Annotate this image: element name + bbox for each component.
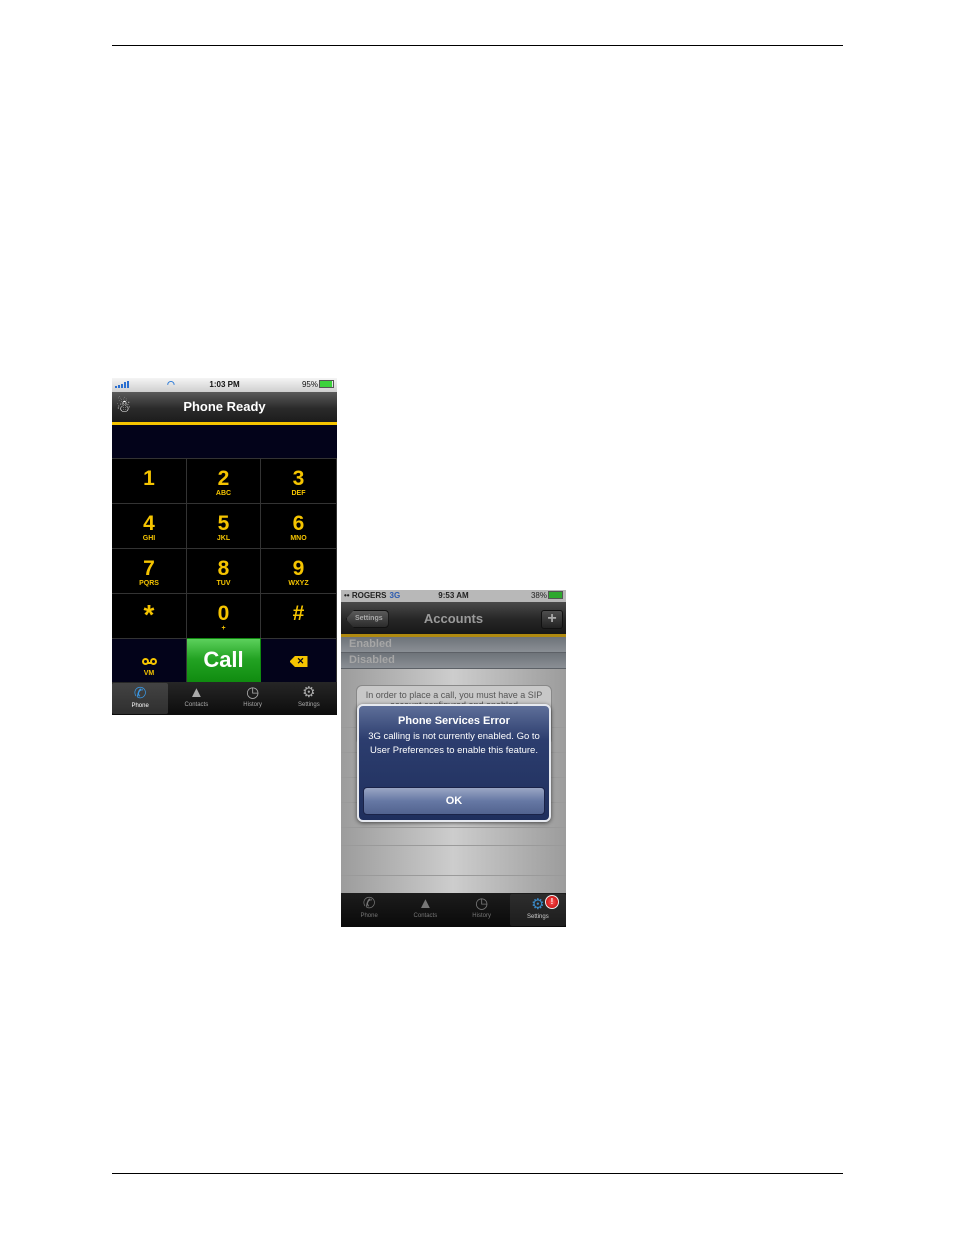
key-4[interactable]: 4 GHI	[112, 503, 187, 548]
clock-icon: ◷	[246, 684, 260, 701]
tab-bar: ✆ Phone ▲ Contacts ◷ History ⚙ Settings!	[341, 893, 566, 927]
tab-label: Phone	[131, 703, 149, 709]
battery-indicator: 95%	[302, 380, 334, 389]
key-letters: GHI	[142, 535, 156, 542]
battery-charging-icon	[548, 591, 563, 599]
ok-button[interactable]: OK	[363, 787, 545, 815]
tab-contacts[interactable]: ▲ Contacts	[397, 893, 453, 927]
voicemail-icon	[141, 652, 157, 670]
divider	[341, 827, 566, 828]
tab-settings[interactable]: ⚙ Settings	[281, 682, 337, 715]
error-alert: Phone Services Error 3G calling is not c…	[357, 704, 551, 822]
tab-bar: ✆ Phone ▲ Contacts ◷ History ⚙ Settings	[112, 682, 337, 715]
keypad: 1 2 ABC 3 DEF 4 GHI 5 JKL 6 MNO 7 PQRS 8 TUV 9 WXYZ * 0 + # …	[112, 458, 337, 683]
header-rule	[112, 45, 843, 46]
phone-icon: ✆	[133, 685, 147, 702]
key-digit: *	[143, 599, 155, 630]
clock-icon: ◷	[475, 895, 489, 912]
key-hash[interactable]: #	[261, 593, 337, 638]
tab-settings[interactable]: ⚙ Settings!	[509, 894, 566, 926]
key-letters: WXYZ	[288, 580, 309, 587]
divider	[341, 875, 566, 876]
key-7[interactable]: 7 PQRS	[112, 548, 187, 593]
call-button[interactable]: Call	[187, 638, 261, 683]
accounts-screenshot: •• ROGERS 3G 9:53 AM 38% Settings Account…	[341, 590, 566, 927]
key-digit: 8	[217, 557, 230, 580]
key-letters: ABC	[215, 490, 232, 497]
tab-phone[interactable]: ✆ Phone	[341, 893, 397, 927]
voicemail-label: VM	[143, 670, 155, 677]
key-digit: 1	[143, 467, 155, 490]
tab-contacts[interactable]: ▲ Contacts	[168, 682, 224, 715]
key-letters: PQRS	[139, 580, 159, 587]
battery-indicator: 38%	[531, 591, 563, 600]
key-digit: 4	[143, 512, 155, 535]
number-display[interactable]	[112, 425, 337, 458]
key-digit: 7	[143, 557, 155, 580]
contacts-icon: ▲	[417, 895, 433, 912]
tab-label: Phone	[360, 913, 378, 919]
add-account-button[interactable]: +	[541, 610, 563, 629]
segment-enabled[interactable]: Enabled	[341, 637, 566, 653]
tab-phone[interactable]: ✆ Phone	[112, 683, 169, 714]
key-1[interactable]: 1	[112, 458, 187, 503]
tab-label: Settings	[527, 914, 549, 920]
key-letters: TUV	[216, 580, 231, 587]
call-label: Call	[203, 647, 244, 672]
alert-title: Phone Services Error	[398, 715, 510, 727]
status-bar: ◠ 1:03 PM 95%	[112, 378, 337, 392]
phone-icon: ✆	[362, 895, 376, 912]
divider	[341, 845, 566, 846]
backspace-button[interactable]: ✕	[261, 638, 337, 683]
status-bar: •• ROGERS 3G 9:53 AM 38%	[341, 590, 566, 602]
voicemail-button[interactable]: VM	[112, 638, 187, 683]
tab-label: History	[243, 702, 262, 708]
footer-rule	[112, 1173, 843, 1174]
key-star[interactable]: *	[112, 593, 187, 638]
nav-bar: ☃ Phone Ready	[112, 392, 337, 425]
key-3[interactable]: 3 DEF	[261, 458, 337, 503]
page-title: Accounts	[423, 611, 484, 626]
battery-icon	[319, 380, 334, 388]
alert-message: 3G calling is not currently enabled. Go …	[368, 731, 540, 756]
nav-bar: Settings Accounts +	[341, 602, 566, 637]
key-letters: JKL	[216, 535, 231, 542]
key-8[interactable]: 8 TUV	[187, 548, 261, 593]
page-title: Phone Ready	[183, 399, 266, 414]
key-digit: 5	[217, 512, 230, 535]
key-6[interactable]: 6 MNO	[261, 503, 337, 548]
key-letters: MNO	[290, 535, 307, 542]
dialer-screenshot: ◠ 1:03 PM 95% ☃ Phone Ready 1 2 ABC 3 DEF 4 GH…	[112, 378, 337, 715]
gear-icon: ⚙	[302, 684, 316, 701]
key-digit: 3	[292, 467, 305, 490]
key-digit: 2	[217, 467, 230, 490]
backspace-icon: ✕	[289, 656, 308, 667]
tab-history[interactable]: ◷ History	[454, 893, 510, 927]
segment-disabled[interactable]: Disabled	[341, 653, 566, 669]
key-9[interactable]: 9 WXYZ	[261, 548, 337, 593]
key-digit: 0	[217, 602, 230, 625]
notification-badge: !	[545, 895, 559, 909]
key-2[interactable]: 2 ABC	[187, 458, 261, 503]
tab-label: Contacts	[413, 913, 438, 919]
key-letters: DEF	[291, 490, 306, 497]
key-5[interactable]: 5 JKL	[187, 503, 261, 548]
key-digit: #	[292, 602, 305, 625]
key-digit: 9	[292, 557, 305, 580]
tab-history[interactable]: ◷ History	[225, 682, 281, 715]
contacts-icon: ▲	[188, 684, 204, 701]
key-0[interactable]: 0 +	[187, 593, 261, 638]
tab-label: Contacts	[184, 702, 209, 708]
key-digit: 6	[292, 512, 305, 535]
tab-label: History	[472, 913, 491, 919]
key-letters: +	[221, 625, 226, 632]
tab-label: Settings	[298, 702, 320, 708]
